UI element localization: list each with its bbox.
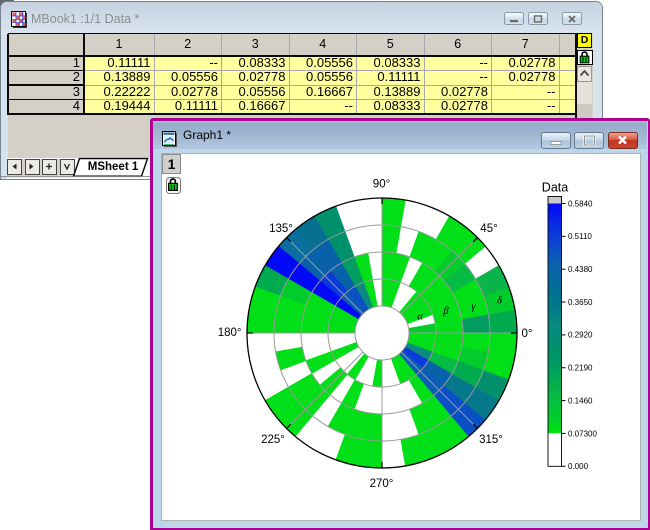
svg-text:0.4380: 0.4380 (568, 265, 593, 274)
svg-text:0.1460: 0.1460 (568, 396, 593, 405)
svg-text:0.3650: 0.3650 (568, 298, 593, 307)
svg-text:180°: 180° (218, 327, 242, 339)
svg-text:0.07300: 0.07300 (568, 429, 597, 438)
svg-text:0.000: 0.000 (568, 462, 589, 471)
svg-text:225°: 225° (261, 434, 285, 446)
svg-text:0.2920: 0.2920 (568, 331, 593, 340)
svg-text:45°: 45° (480, 223, 497, 235)
svg-text:315°: 315° (479, 434, 503, 446)
svg-text:Data: Data (542, 181, 568, 195)
svg-text:0.5110: 0.5110 (568, 232, 592, 241)
svg-text:0.2190: 0.2190 (568, 364, 593, 373)
svg-text:0.5840: 0.5840 (568, 199, 593, 208)
svg-text:β: β (442, 306, 449, 317)
svg-text:0°: 0° (522, 328, 533, 340)
svg-text:90°: 90° (373, 179, 390, 191)
svg-text:135°: 135° (269, 223, 293, 235)
svg-text:270°: 270° (370, 478, 394, 490)
svg-text:α: α (417, 311, 423, 322)
